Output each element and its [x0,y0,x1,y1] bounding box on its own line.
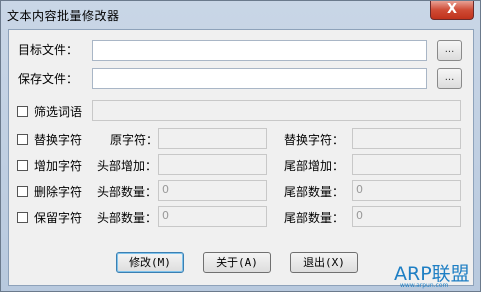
watermark-url: www.arpun.com [400,282,449,289]
filter-label: 筛选词语 [34,105,83,119]
modify-button[interactable]: 修改(M) [116,252,184,273]
keep-tail-input[interactable]: 0 [352,206,461,227]
delete-head-label: 头部数量： [97,185,158,199]
keep-checkbox[interactable] [17,212,28,223]
replace-checkbox[interactable] [17,134,28,145]
target-file-input[interactable] [92,40,427,61]
about-button[interactable]: 关于(A) [203,252,271,273]
delete-checkbox[interactable] [17,186,28,197]
window-title: 文本内容批量修改器 [7,9,120,23]
delete-tail-label: 尾部数量： [284,185,345,199]
keep-tail-label: 尾部数量： [284,211,345,225]
add-checkbox[interactable] [17,160,28,171]
keep-label: 保留字符 [34,211,83,225]
save-file-label: 保存文件： [18,72,79,86]
keep-head-input[interactable]: 0 [158,206,267,227]
close-icon: X [446,2,458,17]
delete-head-input[interactable]: 0 [158,180,267,201]
original-char-label: 原字符： [110,133,159,147]
target-file-label: 目标文件： [18,43,79,57]
delete-label: 删除字符 [34,185,83,199]
replace-label: 替换字符 [34,133,83,147]
close-button[interactable]: X [430,1,474,20]
head-add-input[interactable] [158,154,267,175]
save-file-input[interactable] [92,68,427,89]
target-browse-button[interactable]: ... [437,40,462,61]
tail-add-input[interactable] [352,154,461,175]
filter-checkbox[interactable] [17,106,28,117]
title-bar: 文本内容批量修改器 X [1,1,480,28]
tail-add-label: 尾部增加： [284,159,345,173]
replace-char-input[interactable] [352,128,461,149]
head-add-label: 头部增加： [97,159,158,173]
original-char-input[interactable] [158,128,267,149]
keep-head-label: 头部数量： [97,211,158,225]
add-label: 增加字符 [34,159,83,173]
delete-tail-input[interactable]: 0 [352,180,461,201]
filter-input[interactable] [92,100,461,121]
exit-button[interactable]: 退出(X) [290,252,358,273]
save-browse-button[interactable]: ... [437,68,462,89]
replace-char-label: 替换字符： [284,133,345,147]
